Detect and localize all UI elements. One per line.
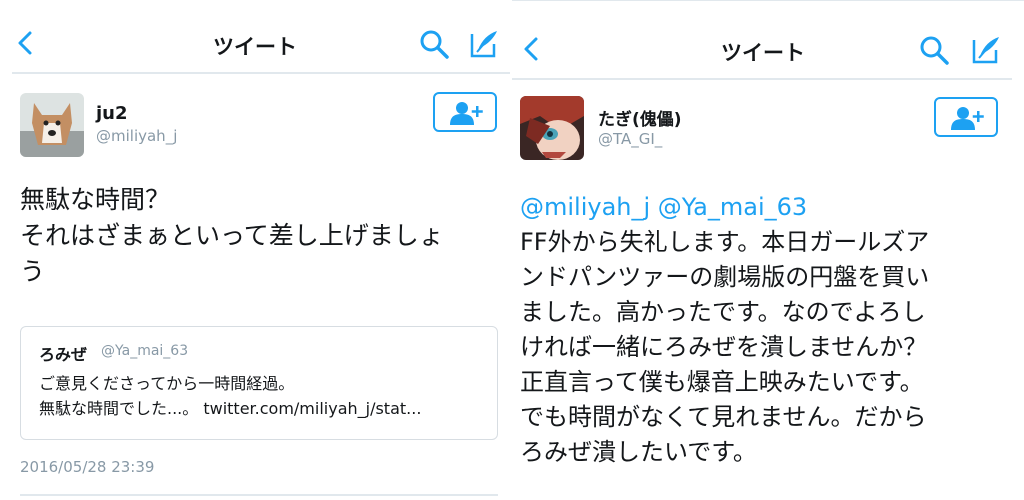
follow-user-icon: [450, 102, 483, 125]
follow-button[interactable]: [433, 92, 497, 132]
quoted-tweet-card[interactable]: ろみぜ @Ya_mai_63 ご意見くださってから一時間経過。 無駄な時間でした…: [20, 326, 498, 440]
footer-divider: [20, 494, 498, 496]
tweet-text-line: ろみぜ潰したいです。: [520, 438, 757, 466]
compose-tweet-icon[interactable]: [468, 28, 500, 60]
tweet-text-line: ンドパンツァーの劇場版の円盤を買い: [520, 263, 930, 291]
tweet-text: 無駄な時間？ それはざまぁといって差し上げましょ う: [20, 182, 444, 290]
quoted-text-line: ご意見くださってから一時間経過。: [39, 374, 295, 393]
tweet-text-line: でも時間がなくて見れません。だから: [520, 403, 927, 431]
tweet-mentions-link[interactable]: @miliyah_j @Ya_mai_63: [520, 190, 929, 225]
navigation-bar: ツイート: [0, 0, 510, 72]
author-handle[interactable]: @miliyah_j: [96, 127, 177, 145]
tweet-text-line: 無駄な時間？: [20, 185, 171, 214]
follow-user-icon: [951, 107, 984, 130]
header-divider: [512, 78, 1012, 80]
tweet-text-line: 正直言って僕も爆音上映みたいです。: [520, 368, 924, 396]
author-name[interactable]: ju2: [96, 103, 128, 124]
avatar[interactable]: [20, 93, 84, 157]
follow-button[interactable]: [934, 97, 998, 137]
author-name[interactable]: たぎ(傀儡): [598, 105, 682, 130]
tweet-text: @miliyah_j @Ya_mai_63 FF外から失礼します。本日ガールズア…: [520, 190, 929, 470]
search-icon[interactable]: [418, 28, 450, 60]
tweet-text-line: FF外から失礼します。本日ガールズア: [520, 228, 930, 256]
tweet-screen-right: ツイート たぎ(傀儡) @TA_GI_ @miliyah_j @Ya_mai_6…: [512, 0, 1024, 500]
tweet-text-line: ければ一緒にろみぜを潰しませんか？: [520, 333, 928, 361]
tweet-text-line: う: [20, 257, 46, 286]
author-handle[interactable]: @TA_GI_: [598, 130, 662, 148]
tweet-timestamp: 2016/05/28 23:39: [20, 458, 155, 476]
compose-tweet-icon[interactable]: [970, 34, 1002, 66]
search-icon[interactable]: [918, 34, 950, 66]
quoted-author-name: ろみぜ: [39, 345, 88, 364]
header-divider: [12, 72, 510, 74]
quoted-tweet-text: ご意見くださってから一時間経過。 無駄な時間でした...。 twitter.co…: [39, 371, 421, 421]
quoted-author-handle: @Ya_mai_63: [101, 343, 189, 359]
tweet-text-line: ました。高かったです。なのでよろし: [520, 298, 926, 326]
avatar[interactable]: [520, 96, 584, 160]
navigation-bar: ツイート: [512, 0, 1024, 72]
tweet-screen-left: ツイート ju2 @miliyah_j 無駄な時間？ それはざまぁといって差し上…: [0, 0, 510, 500]
tweet-text-line: それはざまぁといって差し上げましょ: [20, 221, 444, 250]
quoted-text-line: 無駄な時間でした...。 twitter.com/miliyah_j/stat.…: [39, 399, 422, 418]
